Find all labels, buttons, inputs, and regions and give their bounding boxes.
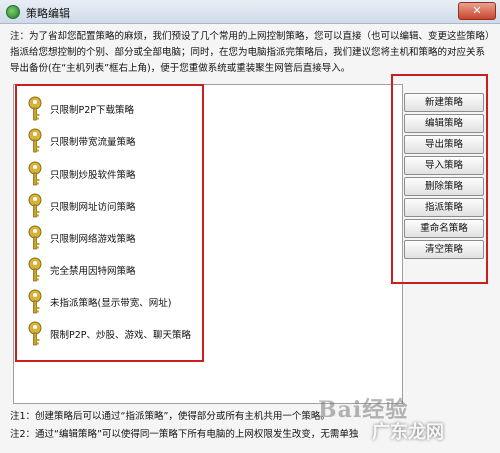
key-icon — [28, 96, 42, 121]
policy-label: 未指派策略(显示带宽、网址) — [50, 298, 172, 309]
title-bar: 策略编辑 ✕ — [0, 0, 500, 24]
export-policy-button[interactable]: 导出策略 — [404, 135, 484, 154]
list-item[interactable]: 只限制P2P下载策略 — [25, 96, 134, 122]
list-item[interactable]: 完全禁用因特网策略 — [25, 257, 136, 283]
list-item[interactable]: 只限制网址访问策略 — [25, 193, 136, 219]
delete-policy-button[interactable]: 删除策略 — [404, 177, 484, 196]
policy-label: 只限制网络游戏策略 — [50, 234, 136, 245]
list-item[interactable]: 限制P2P、炒股、游戏、聊天策略 — [25, 321, 191, 347]
footnote-1: 注1：创建策略后可以通过“指派策略”，使得部分或所有主机共用一个策略。 — [10, 411, 330, 422]
key-icon — [28, 161, 42, 186]
key-icon — [28, 289, 42, 314]
app-icon — [6, 5, 20, 19]
list-item[interactable]: 只限制带宽流量策略 — [25, 128, 136, 154]
window-title: 策略编辑 — [26, 7, 70, 20]
watermark-site: 广东龙网 — [372, 422, 444, 443]
footnote-2: 注2：通过“编辑策略”可以使得同一策略下所有电脑的上网权限发生改变，无需单独 — [10, 429, 359, 440]
key-icon — [28, 225, 42, 250]
key-icon — [28, 321, 42, 346]
policy-label: 只限制P2P下载策略 — [50, 105, 135, 116]
policy-label: 只限制带宽流量策略 — [50, 137, 136, 148]
close-button[interactable]: ✕ — [458, 2, 496, 20]
edit-policy-button[interactable]: 编辑策略 — [404, 114, 484, 133]
key-icon — [28, 128, 42, 153]
policy-label: 完全禁用因特网策略 — [50, 266, 136, 277]
key-icon — [28, 257, 42, 282]
intro-note: 注：为了省却您配置策略的麻烦，我们预设了几个常用的上网控制策略，您可以直接（也可… — [10, 31, 490, 74]
list-item[interactable]: 未指派策略(显示带宽、网址) — [25, 289, 171, 315]
policy-label: 只限制网址访问策略 — [50, 202, 136, 213]
policy-label: 只限制炒股软件策略 — [50, 170, 136, 181]
key-icon — [28, 193, 42, 218]
list-item[interactable]: 只限制炒股软件策略 — [25, 161, 136, 187]
import-policy-button[interactable]: 导入策略 — [404, 156, 484, 175]
rename-policy-button[interactable]: 重命名策略 — [404, 219, 484, 238]
assign-policy-button[interactable]: 指派策略 — [404, 198, 484, 217]
policy-label: 限制P2P、炒股、游戏、聊天策略 — [50, 330, 192, 341]
clear-policy-button[interactable]: 清空策略 — [404, 240, 484, 259]
list-item[interactable]: 只限制网络游戏策略 — [25, 225, 136, 251]
new-policy-button[interactable]: 新建策略 — [404, 93, 484, 112]
